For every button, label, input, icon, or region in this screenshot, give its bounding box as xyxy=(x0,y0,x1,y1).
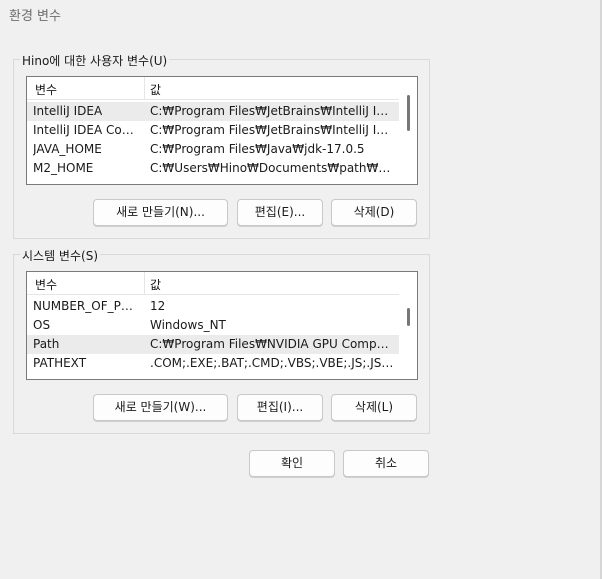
system-vars-rows: NUMBER_OF_PRO... 12 OS Windows_NT Path C:₩Pro… xyxy=(27,297,399,373)
variable-name: NUMBER_OF_PRO... xyxy=(33,299,141,313)
variable-name: OS xyxy=(33,318,51,332)
variable-name: IntelliJ IDEA Com... xyxy=(33,123,141,137)
cancel-button[interactable]: 취소 xyxy=(343,450,429,477)
user-edit-button[interactable]: 편집(E)... xyxy=(237,199,323,226)
system-edit-button[interactable]: 편집(I)... xyxy=(237,394,323,421)
scroll-thumb[interactable] xyxy=(407,95,410,131)
table-row[interactable]: NUMBER_OF_PRO... 12 xyxy=(27,297,399,316)
table-row[interactable]: JAVA_HOME C:₩Program Files₩Java₩jdk-17.0.… xyxy=(27,140,399,159)
table-row[interactable]: PATHEXT .COM;.EXE;.BAT;.CMD;.VBS;.VBE;.JS… xyxy=(27,354,399,373)
variable-value: C:₩Program Files₩JetBrains₩IntelliJ IDEA… xyxy=(150,123,394,137)
variable-value: Windows_NT xyxy=(150,318,226,332)
system-vars-list[interactable]: 변수 값 NUMBER_OF_PRO... 12 OS Windows_NT Path C… xyxy=(26,271,418,380)
col-separator[interactable] xyxy=(144,272,145,294)
variable-name: Path xyxy=(33,337,60,351)
variable-value: C:₩Program Files₩NVIDIA GPU Computing... xyxy=(150,337,394,351)
variable-value: C:₩Program Files₩JetBrains₩IntelliJ IDEA… xyxy=(150,104,394,118)
col-header-value[interactable]: 값 xyxy=(150,276,161,293)
col-header-name[interactable]: 변수 xyxy=(35,81,57,98)
variable-value: C:₩Program Files₩Java₩jdk-17.0.5 xyxy=(150,142,365,156)
variable-value: 12 xyxy=(150,299,166,313)
table-row[interactable]: OS Windows_NT xyxy=(27,316,399,335)
window-title: 환경 변수 xyxy=(9,9,61,24)
user-vars-list[interactable]: 변수 값 IntelliJ IDEA C:₩Program Files₩JetBr… xyxy=(26,76,418,185)
user-vars-scrollbar[interactable] xyxy=(399,77,417,184)
system-vars-header: 변수 값 xyxy=(27,272,399,295)
col-separator[interactable] xyxy=(144,77,145,99)
system-vars-scrollbar[interactable] xyxy=(399,272,417,379)
scroll-thumb[interactable] xyxy=(407,308,410,326)
user-vars-label: Hino에 대한 사용자 변수(U) xyxy=(20,52,170,69)
table-row[interactable]: Path C:₩Program Files₩NVIDIA GPU Computin… xyxy=(27,335,399,354)
col-header-value[interactable]: 값 xyxy=(150,81,161,98)
ok-button[interactable]: 확인 xyxy=(249,450,335,477)
table-row[interactable]: IntelliJ IDEA Com... C:₩Program Files₩Jet… xyxy=(27,121,399,140)
col-header-name[interactable]: 변수 xyxy=(35,276,57,293)
variable-name: IntelliJ IDEA xyxy=(33,104,103,118)
variable-name: JAVA_HOME xyxy=(33,142,102,156)
table-row[interactable]: M2_HOME C:₩Users₩Hino₩Documents₩path₩apac… xyxy=(27,159,399,178)
variable-name: PATHEXT xyxy=(33,356,87,370)
user-vars-header: 변수 값 xyxy=(27,77,399,100)
table-row[interactable]: IntelliJ IDEA C:₩Program Files₩JetBrains₩… xyxy=(27,102,399,121)
user-vars-rows: IntelliJ IDEA C:₩Program Files₩JetBrains₩… xyxy=(27,102,399,178)
variable-value: .COM;.EXE;.BAT;.CMD;.VBS;.VBE;.JS;.JSE;.… xyxy=(150,356,394,370)
system-vars-label: 시스템 변수(S) xyxy=(20,247,100,264)
system-new-button[interactable]: 새로 만들기(W)... xyxy=(93,394,228,421)
user-delete-button[interactable]: 삭제(D) xyxy=(331,199,417,226)
user-new-button[interactable]: 새로 만들기(N)... xyxy=(93,199,228,226)
variable-value: C:₩Users₩Hino₩Documents₩path₩apache... xyxy=(150,161,394,175)
variable-name: M2_HOME xyxy=(33,161,94,175)
system-delete-button[interactable]: 삭제(L) xyxy=(331,394,417,421)
